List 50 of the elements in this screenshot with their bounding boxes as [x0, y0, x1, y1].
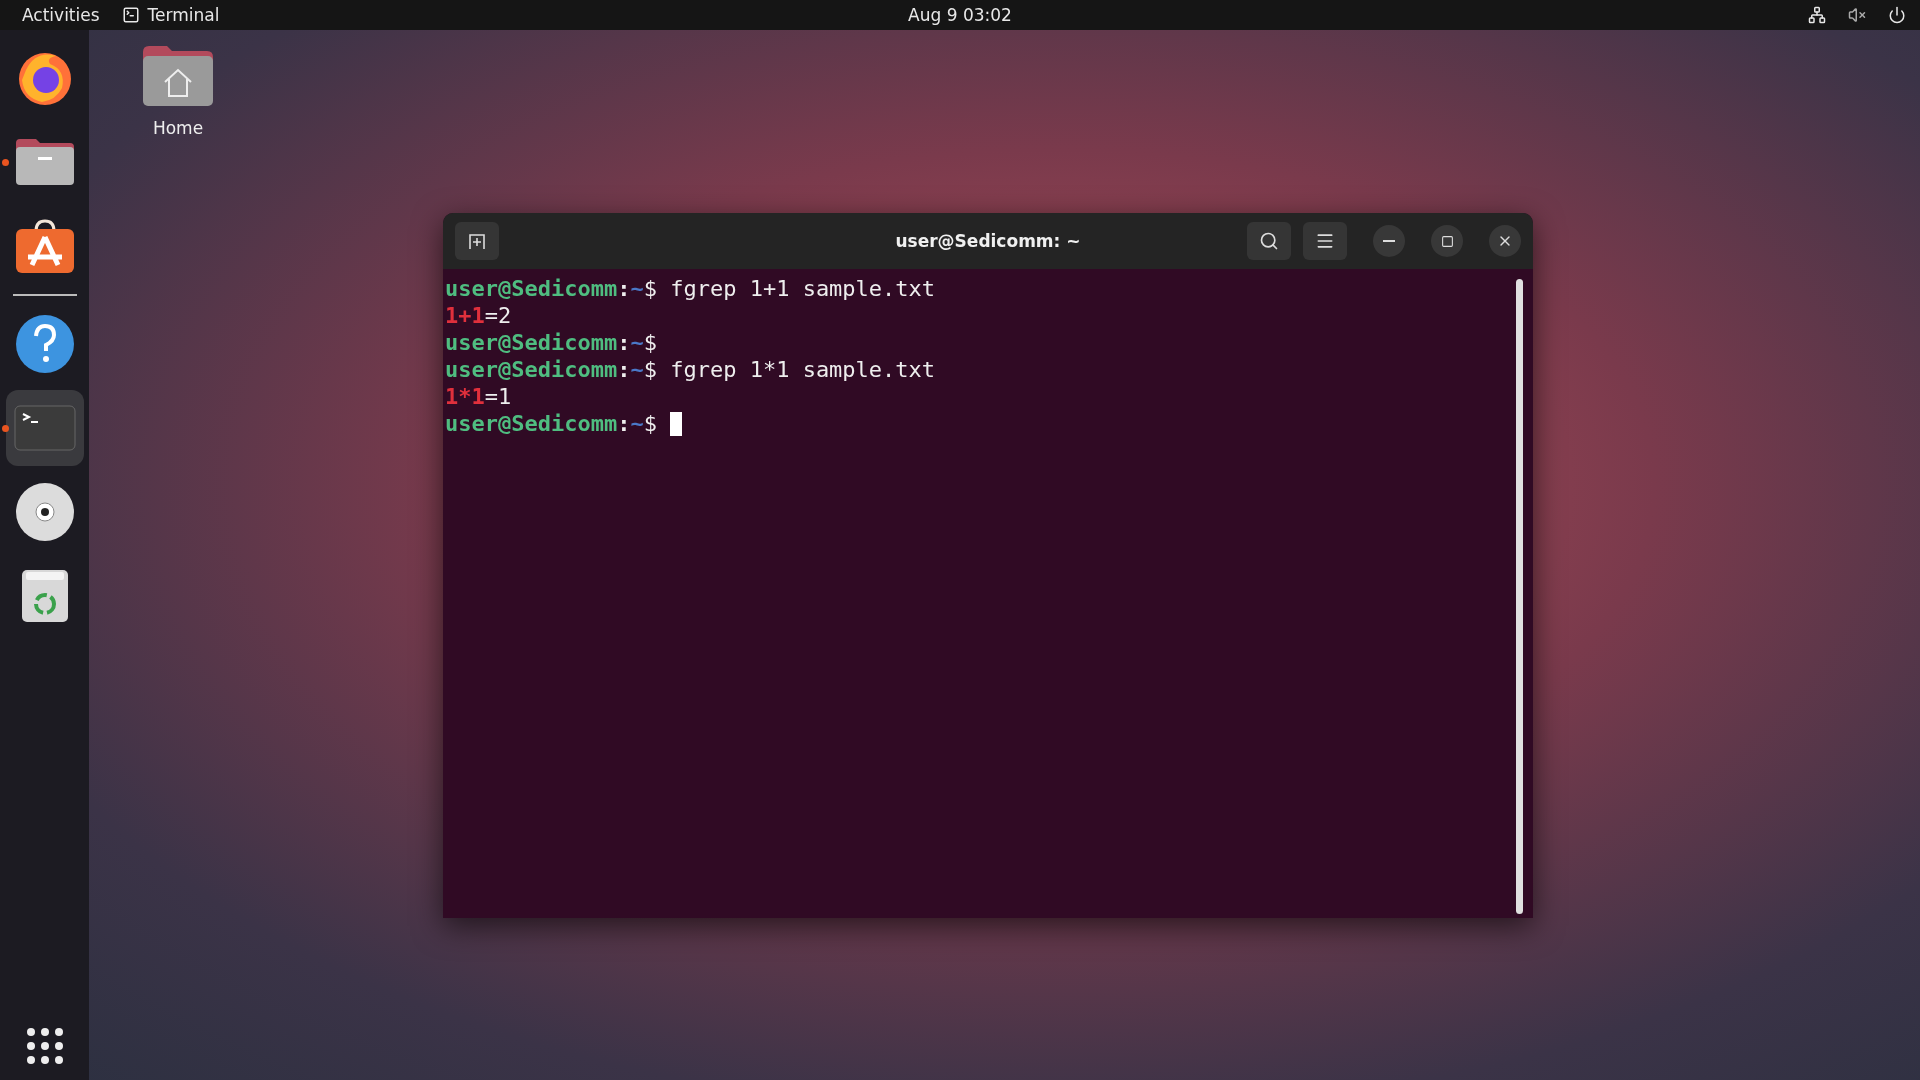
command-text: fgrep 1+1 sample.txt [669, 275, 936, 302]
question-mark-icon [14, 314, 75, 374]
prompt-path: ~ [630, 356, 644, 383]
muted-speaker-icon[interactable] [1848, 6, 1866, 24]
prompt-separator: : [617, 275, 631, 302]
prompt-separator: : [617, 329, 631, 356]
prompt-path: ~ [630, 275, 644, 302]
scrollbar[interactable] [1516, 279, 1523, 914]
output-text: =1 [484, 383, 512, 410]
app-menu[interactable]: Terminal [109, 5, 232, 25]
desktop-icon-label: Home [152, 118, 204, 138]
prompt-symbol: $ [643, 356, 657, 383]
maximize-button[interactable] [1431, 225, 1463, 257]
match-text: 1+1 [445, 302, 485, 329]
prompt-user-host: user@Sedicomm [445, 329, 618, 356]
prompt-separator: : [617, 356, 631, 383]
activities-button[interactable]: Activities [12, 5, 110, 25]
prompt-symbol: $ [643, 275, 657, 302]
power-icon[interactable] [1888, 6, 1906, 24]
menu-button[interactable] [1303, 222, 1347, 260]
prompt-path: ~ [630, 329, 644, 356]
prompt-separator: : [617, 410, 631, 437]
search-button[interactable] [1247, 222, 1291, 260]
prompt-user-host: user@Sedicomm [445, 410, 618, 437]
command-text: fgrep 1*1 sample.txt [669, 356, 936, 383]
clock[interactable]: Aug 9 03:02 [908, 5, 1012, 25]
prompt-user-host: user@Sedicomm [445, 275, 618, 302]
window-title: user@Sedicomm: ~ [895, 231, 1081, 251]
shopping-bag-icon [13, 217, 76, 275]
disc-icon [14, 482, 75, 542]
network-icon[interactable] [1808, 6, 1826, 24]
new-tab-button[interactable] [455, 222, 499, 260]
search-icon [1259, 231, 1279, 251]
match-text: 1*1 [445, 383, 485, 410]
new-tab-icon [467, 232, 487, 250]
terminal-icon [121, 6, 140, 24]
output-text: =2 [484, 302, 512, 329]
close-button[interactable] [1489, 225, 1521, 257]
recycle-bin-icon [19, 568, 70, 624]
prompt-path: ~ [630, 410, 644, 437]
menu-icon [1315, 231, 1335, 251]
minimize-icon [1383, 240, 1395, 242]
terminal-icon [13, 405, 76, 451]
folder-icon [13, 137, 76, 187]
prompt-symbol: $ [643, 410, 657, 437]
maximize-icon [1440, 234, 1454, 248]
prompt-symbol: $ [643, 329, 657, 356]
home-folder-icon[interactable] [141, 44, 215, 108]
prompt-user-host: user@Sedicomm [445, 356, 618, 383]
minimize-button[interactable] [1373, 225, 1405, 257]
